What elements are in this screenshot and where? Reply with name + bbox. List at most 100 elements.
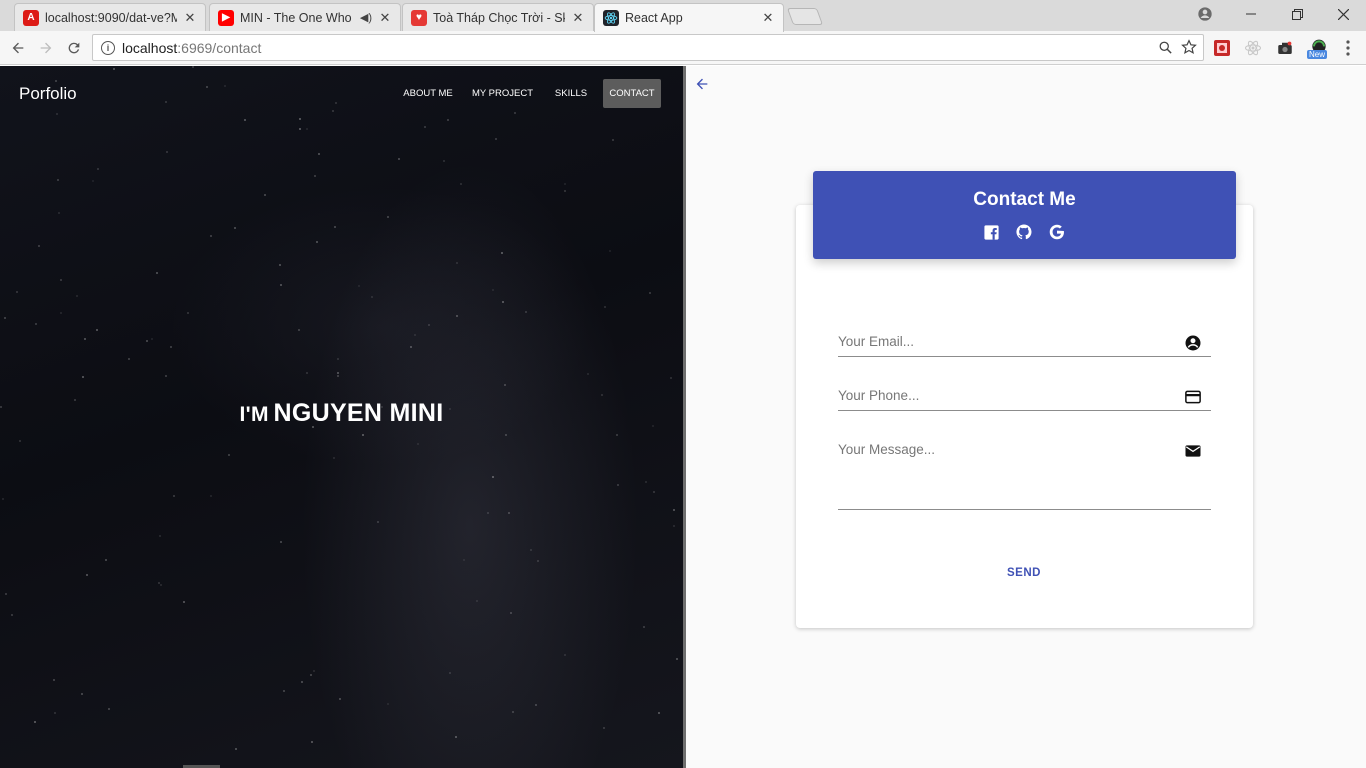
nav-contact[interactable]: CONTACT (603, 79, 661, 108)
bookmark-star-icon[interactable] (1181, 39, 1197, 58)
nav-my-project[interactable]: MY PROJECT (468, 79, 537, 108)
background-star (35, 323, 37, 325)
send-button[interactable]: SEND (994, 567, 1054, 579)
background-star (34, 721, 36, 723)
react-devtools-icon[interactable] (1243, 38, 1263, 58)
back-button[interactable] (6, 36, 30, 60)
background-star (264, 194, 266, 196)
background-star (332, 110, 334, 112)
background-star (492, 289, 494, 291)
tab-title: Toà Tháp Chọc Trời - Skys (433, 10, 565, 25)
background-star (84, 338, 86, 340)
background-star (587, 373, 589, 375)
message-placeholder: Your Message... (838, 442, 936, 457)
new-extension-icon[interactable]: New (1307, 38, 1331, 59)
address-bar[interactable]: i localhost:6969/contact (92, 34, 1204, 61)
background-star (617, 484, 619, 486)
extension-red-icon[interactable] (1212, 38, 1232, 58)
background-star (81, 693, 83, 695)
browser-tab[interactable]: A localhost:9090/dat-ve?Ma ✕ (14, 3, 206, 31)
background-star (4, 317, 6, 319)
background-star (337, 358, 339, 360)
close-tab-icon[interactable]: ✕ (761, 10, 775, 26)
speaker-icon[interactable]: ◀) (360, 11, 372, 24)
background-star (60, 279, 62, 281)
background-star (86, 574, 88, 576)
phone-field[interactable]: Your Phone... (838, 388, 1211, 411)
background-star (151, 338, 153, 340)
background-star (310, 674, 312, 676)
background-star (311, 741, 313, 743)
hero-title-prefix: I'M (239, 403, 269, 426)
nav-about-me[interactable]: ABOUT ME (399, 79, 457, 108)
back-arrow-icon[interactable] (694, 76, 712, 94)
info-icon[interactable]: i (101, 40, 115, 55)
background-star (170, 346, 172, 348)
background-star (192, 66, 194, 68)
background-star (210, 235, 212, 237)
background-star (279, 264, 281, 266)
background-star (54, 712, 56, 714)
github-icon[interactable] (1014, 222, 1034, 242)
browser-menu-icon[interactable] (1338, 38, 1358, 58)
background-star (298, 329, 300, 331)
background-star (449, 672, 451, 674)
nav-skills[interactable]: SKILLS (549, 79, 593, 108)
close-tab-icon[interactable]: ✕ (378, 10, 392, 26)
browser-tab[interactable]: ♥ Toà Tháp Chọc Trời - Skys ✕ (402, 3, 594, 31)
restore-button[interactable] (1274, 0, 1320, 28)
minimize-button[interactable] (1228, 0, 1274, 28)
background-star (166, 151, 168, 153)
facebook-icon[interactable] (981, 222, 1001, 242)
background-star (492, 476, 494, 478)
zoom-icon[interactable] (1158, 40, 1173, 58)
brand-logo[interactable]: Porfolio (19, 84, 77, 104)
background-star (97, 168, 99, 170)
background-star (456, 262, 458, 264)
browser-tab[interactable]: ▶ MIN - The One Who L ◀) ✕ (209, 3, 401, 31)
contact-pane: Contact Me Your Email... Your Phone... Y… (686, 66, 1366, 768)
background-star (504, 384, 506, 386)
background-star (417, 443, 419, 445)
email-placeholder: Your Email... (838, 334, 915, 349)
background-star (337, 375, 339, 377)
background-star (128, 358, 130, 360)
new-tab-button[interactable] (786, 8, 824, 25)
background-star (146, 340, 148, 342)
close-window-button[interactable] (1320, 0, 1366, 28)
background-star (187, 312, 189, 314)
google-icon[interactable] (1047, 222, 1067, 242)
background-star (60, 312, 62, 314)
background-star (280, 541, 282, 543)
background-star (92, 180, 94, 182)
background-star (377, 521, 379, 523)
reload-button[interactable] (62, 36, 86, 60)
close-tab-icon[interactable]: ✕ (571, 10, 585, 26)
background-star (301, 681, 303, 683)
browser-tab-bar: A localhost:9090/dat-ve?Ma ✕ ▶ MIN - The… (0, 0, 1366, 32)
camera-extension-icon[interactable] (1275, 38, 1295, 58)
background-star (19, 440, 21, 442)
background-star (505, 434, 507, 436)
background-star (643, 626, 645, 628)
background-star (670, 377, 672, 379)
background-star (5, 593, 7, 595)
background-star (283, 690, 285, 692)
contact-title: Contact Me (973, 189, 1076, 210)
heart-icon: ♥ (411, 9, 427, 26)
background-star (335, 102, 337, 104)
message-field[interactable]: Your Message... (838, 442, 1211, 510)
background-star (105, 559, 107, 561)
background-star (38, 245, 40, 247)
close-tab-icon[interactable]: ✕ (183, 10, 197, 26)
background-star (456, 315, 458, 317)
background-star (224, 85, 226, 87)
background-star (2, 498, 4, 500)
background-star (113, 68, 115, 70)
email-field[interactable]: Your Email... (838, 334, 1211, 357)
forward-button[interactable] (34, 36, 58, 60)
browser-tab-active[interactable]: React App ✕ (594, 3, 784, 32)
background-star (510, 612, 512, 614)
background-star (512, 711, 514, 713)
profile-icon[interactable] (1182, 0, 1228, 28)
